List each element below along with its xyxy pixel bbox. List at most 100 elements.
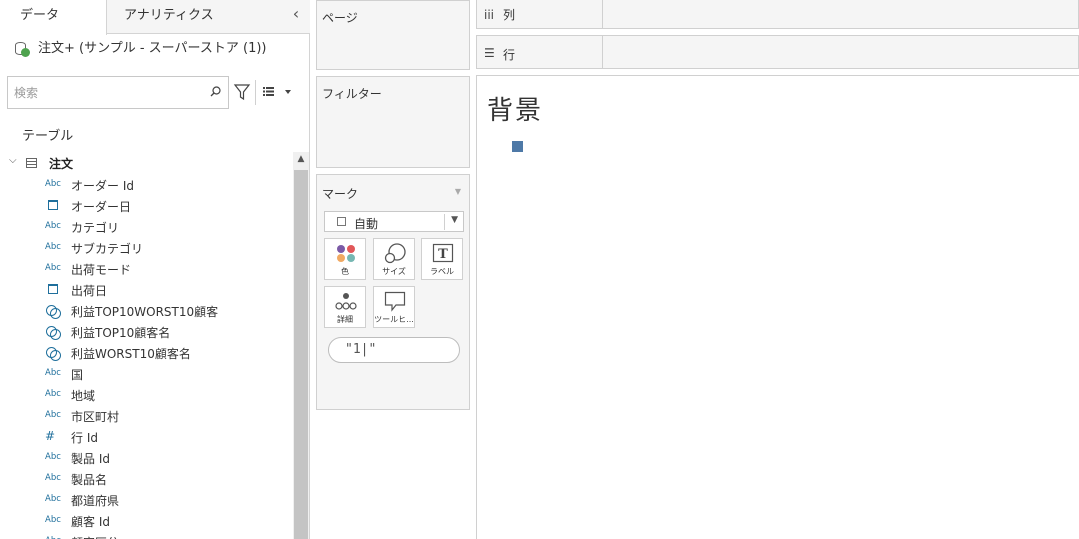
label-button[interactable]: T ラベル bbox=[421, 238, 463, 280]
field-name: 製品 Id bbox=[71, 452, 110, 466]
tab-data[interactable]: データ bbox=[0, 0, 107, 35]
pages-card[interactable]: ページ bbox=[316, 0, 470, 70]
tables-heading: テーブル bbox=[22, 129, 74, 144]
columns-label: 列 bbox=[503, 8, 516, 22]
filter-icon[interactable] bbox=[233, 82, 251, 102]
field-name: 顧客区分 bbox=[71, 534, 119, 539]
field-item[interactable]: 利益TOP10WORST10顧客 bbox=[0, 300, 293, 321]
detail-label: 詳細 bbox=[337, 315, 353, 324]
field-list: ⌵ 注文 Abc オーダー Id オーダー日 Abc カテゴリ Abc サブカテゴリ Abc 出… bbox=[0, 152, 293, 539]
color-label: 色 bbox=[341, 267, 349, 276]
field-item[interactable]: Abc 顧客 Id bbox=[0, 510, 293, 531]
field-name: 地域 bbox=[71, 389, 96, 403]
field-name: オーダー Id bbox=[71, 179, 134, 193]
field-item[interactable]: Abc 市区町村 bbox=[0, 405, 293, 426]
string-type-icon: Abc bbox=[45, 263, 61, 273]
field-name: サブカテゴリ bbox=[71, 242, 144, 256]
set-icon bbox=[45, 325, 63, 340]
field-item[interactable]: Abc 国 bbox=[0, 363, 293, 384]
rows-shelf[interactable]: ☰ 行 bbox=[476, 35, 1079, 69]
field-item[interactable]: オーダー日 bbox=[0, 195, 293, 216]
filters-title: フィルター bbox=[322, 87, 382, 101]
tooltip-label: ツールヒ... bbox=[374, 315, 414, 324]
rows-label: 行 bbox=[503, 48, 516, 62]
columns-shelf[interactable]: iii 列 bbox=[476, 0, 1079, 29]
datasource-name: 注文+ (サンプル - スーパーストア (1)) bbox=[38, 41, 267, 56]
tooltip-icon bbox=[384, 291, 406, 312]
pane-tabs: データ アナリティクス ‹ bbox=[0, 0, 310, 35]
set-icon bbox=[45, 304, 63, 319]
field-list-scrollbar[interactable]: ▲ bbox=[293, 152, 309, 539]
field-item[interactable]: 利益TOP10顧客名 bbox=[0, 321, 293, 342]
string-type-icon: Abc bbox=[45, 494, 61, 504]
calculation-pill-input[interactable]: "1|" bbox=[328, 337, 460, 363]
string-type-icon: Abc bbox=[45, 452, 61, 462]
field-item[interactable]: # 行 Id bbox=[0, 426, 293, 447]
sheet-title[interactable]: 背景 bbox=[487, 90, 543, 127]
field-item[interactable]: 出荷日 bbox=[0, 279, 293, 300]
pages-title: ページ bbox=[322, 11, 358, 25]
field-name: 市区町村 bbox=[71, 410, 120, 424]
field-item[interactable]: Abc 都道府県 bbox=[0, 489, 293, 510]
table-name: 注文 bbox=[49, 157, 74, 171]
data-pane: データ アナリティクス ‹ 注文+ (サンプル - スーパーストア (1)) テ… bbox=[0, 0, 310, 539]
size-button[interactable]: サイズ bbox=[373, 238, 415, 280]
field-name: 製品名 bbox=[71, 473, 108, 487]
marks-title: マーク bbox=[322, 187, 359, 201]
search-input[interactable] bbox=[8, 77, 198, 108]
number-type-icon: # bbox=[45, 429, 56, 443]
field-item[interactable]: Abc 出荷モード bbox=[0, 258, 293, 279]
tab-analytics[interactable]: アナリティクス bbox=[124, 0, 214, 34]
field-item[interactable]: Abc オーダー Id bbox=[0, 174, 293, 195]
string-type-icon: Abc bbox=[45, 221, 61, 231]
field-item[interactable]: 利益WORST10顧客名 bbox=[0, 342, 293, 363]
chevron-down-icon: ▼ bbox=[451, 215, 458, 225]
field-item[interactable]: Abc 製品 Id bbox=[0, 447, 293, 468]
calendar-icon bbox=[45, 199, 63, 212]
field-item[interactable]: Abc カテゴリ bbox=[0, 216, 293, 237]
detail-icon bbox=[335, 293, 357, 310]
string-type-icon: Abc bbox=[45, 473, 61, 483]
marks-menu-icon[interactable]: ▼ bbox=[455, 187, 461, 196]
string-type-icon: Abc bbox=[45, 242, 61, 252]
toolbar-divider bbox=[255, 80, 256, 105]
mark-type-label: 自動 bbox=[354, 217, 379, 231]
field-item[interactable]: Abc 地域 bbox=[0, 384, 293, 405]
set-icon bbox=[45, 346, 63, 361]
calendar-icon bbox=[45, 283, 63, 296]
detail-button[interactable]: 詳細 bbox=[324, 286, 366, 328]
view-options-icon[interactable] bbox=[263, 84, 293, 100]
mark-type-divider bbox=[444, 214, 445, 230]
field-item[interactable]: Abc 製品名 bbox=[0, 468, 293, 489]
color-button[interactable]: 色 bbox=[324, 238, 366, 280]
marks-card: マーク ▼ 自動 ▼ 色 サイズ T ラベル 詳細 ツールヒ... "1|" bbox=[316, 174, 470, 410]
field-name: 利益TOP10WORST10顧客 bbox=[71, 305, 219, 319]
tooltip-button[interactable]: ツールヒ... bbox=[373, 286, 415, 328]
collapse-pane-icon[interactable]: ‹ bbox=[288, 5, 304, 25]
datasource-icon bbox=[14, 41, 30, 57]
columns-icon: iii bbox=[484, 8, 495, 22]
filters-card[interactable]: フィルター bbox=[316, 76, 470, 168]
view-mark[interactable] bbox=[512, 141, 523, 152]
field-item[interactable]: Abc サブカテゴリ bbox=[0, 237, 293, 258]
size-icon bbox=[384, 243, 406, 264]
mark-type-dropdown[interactable]: 自動 ▼ bbox=[324, 211, 464, 232]
color-icon bbox=[337, 245, 355, 262]
datasource-selector[interactable]: 注文+ (サンプル - スーパーストア (1)) bbox=[14, 38, 267, 60]
field-name: 出荷日 bbox=[71, 284, 108, 298]
scroll-up-icon[interactable]: ▲ bbox=[296, 154, 306, 164]
field-name: オーダー日 bbox=[71, 200, 132, 214]
label-label: ラベル bbox=[430, 267, 454, 276]
field-name: 顧客 Id bbox=[71, 515, 110, 529]
table-orders[interactable]: ⌵ 注文 bbox=[0, 152, 293, 174]
chevron-down-icon[interactable]: ⌵ bbox=[9, 155, 17, 166]
string-type-icon: Abc bbox=[45, 535, 63, 539]
search-row bbox=[7, 76, 303, 109]
field-name: 利益WORST10顧客名 bbox=[71, 347, 191, 361]
string-type-icon: Abc bbox=[45, 368, 61, 378]
string-type-icon: Abc bbox=[45, 515, 61, 525]
svg-text:T: T bbox=[438, 247, 448, 262]
worksheet-view[interactable]: 背景 bbox=[476, 75, 1079, 539]
field-item[interactable]: Abc 顧客区分 bbox=[0, 531, 293, 539]
scroll-thumb[interactable] bbox=[294, 170, 308, 539]
